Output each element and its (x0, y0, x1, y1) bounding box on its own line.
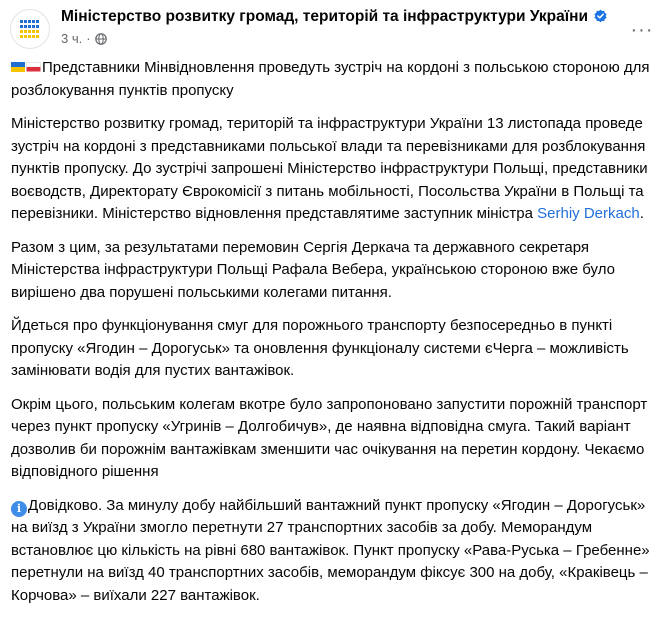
post-meta: 3 ч. · (61, 31, 107, 46)
post-paragraph-6: i Довідково. За минулу добу найбільший ва… (11, 495, 663, 608)
paragraph-2-end: . (639, 205, 644, 222)
post-paragraph-4: Йдеться про функціонування смуг для поро… (11, 317, 629, 379)
more-options-button[interactable]: ··· (624, 12, 660, 48)
post-paragraph-5: Окрім цього, польським колегам вкотре бу… (11, 395, 648, 481)
post-paragraph-3: Разом з цим, за результатами перемовин С… (11, 238, 615, 301)
verified-badge-icon (594, 9, 607, 23)
post-paragraph-2: Міністерство розвитку громад, територій … (11, 113, 663, 226)
post-paragraph-1: Представники Мінвідновлення проведуть зу… (11, 57, 663, 102)
poland-flag-icon (26, 62, 41, 72)
ministry-logo-icon (20, 20, 39, 38)
info-icon: i (11, 500, 27, 517)
globe-icon[interactable] (94, 32, 107, 45)
meta-separator: · (86, 31, 91, 46)
facebook-post: Міністерство розвитку громад, територій … (0, 0, 672, 604)
post-header: Міністерство розвитку громад, територій … (0, 0, 672, 58)
post-timestamp[interactable]: 3 ч. (61, 31, 82, 46)
paragraph-6-text: Довідково. За минулу добу найбільший ван… (11, 496, 650, 604)
post-body: Представники Мінвідновлення проведуть зу… (11, 57, 663, 618)
ukraine-flag-icon (11, 62, 25, 72)
serhiy-derkach-link[interactable]: Serhiy Derkach (537, 205, 640, 222)
more-options-icon: ··· (630, 18, 654, 41)
paragraph-1-text: Представники Мінвідновлення проведуть зу… (11, 59, 650, 99)
page-name-text[interactable]: Міністерство розвитку громад, територій … (61, 8, 588, 25)
page-name-link[interactable]: Міністерство розвитку громад, територій … (61, 8, 608, 26)
page-avatar[interactable] (10, 9, 50, 49)
